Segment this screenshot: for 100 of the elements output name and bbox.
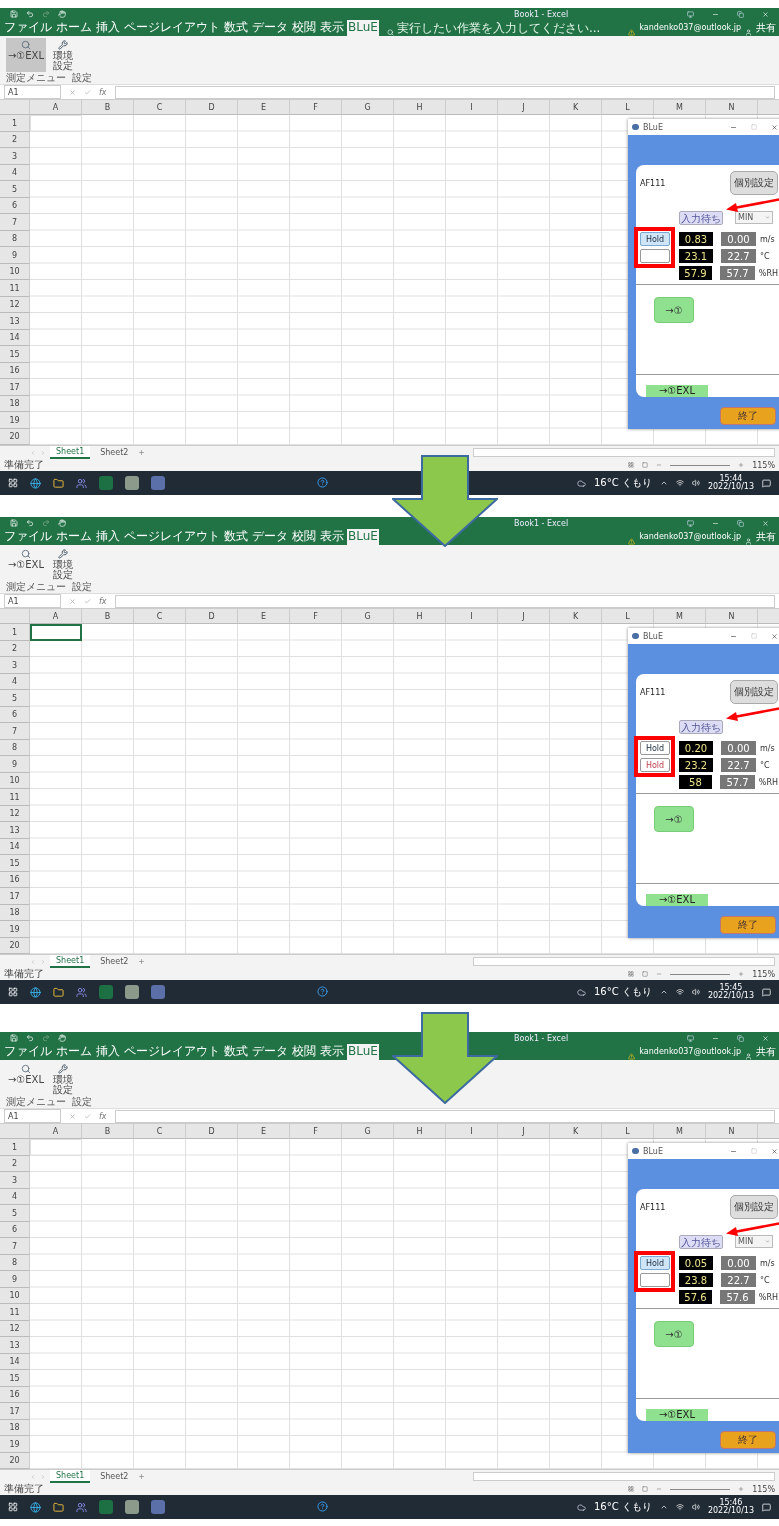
sheet-tab[interactable]: Sheet1 xyxy=(50,1470,91,1484)
ribbon-button[interactable]: 環境設定 xyxy=(52,1061,74,1096)
column-header[interactable]: J xyxy=(498,609,550,625)
horizontal-scrollbar[interactable] xyxy=(473,957,775,967)
sheet-tab[interactable]: Sheet2 xyxy=(94,1471,135,1483)
excel-button[interactable]: →①EXL xyxy=(646,384,708,397)
ribbon-button[interactable]: →①EXL xyxy=(6,37,46,72)
share-link[interactable]: 共有 xyxy=(756,1044,776,1060)
help-icon[interactable] xyxy=(317,1500,328,1512)
column-header[interactable]: C xyxy=(134,1124,186,1140)
share-link[interactable]: 共有 xyxy=(756,529,776,545)
ribbon-tab[interactable]: データ xyxy=(251,528,289,545)
ribbon-tab[interactable]: 挿入 xyxy=(95,1043,121,1060)
column-header[interactable]: K xyxy=(550,100,602,116)
settings-button[interactable]: 個別設定 xyxy=(730,171,778,195)
ribbon-tab[interactable]: 数式 xyxy=(223,1043,249,1060)
column-header[interactable]: F xyxy=(290,1124,342,1140)
notification-icon[interactable] xyxy=(762,478,771,488)
add-sheet-icon[interactable] xyxy=(138,1473,146,1481)
network-icon[interactable] xyxy=(675,479,684,488)
sheet-tab[interactable]: Sheet1 xyxy=(50,446,91,460)
column-header[interactable]: L xyxy=(602,609,654,625)
column-header[interactable]: E xyxy=(238,1124,290,1140)
row-header[interactable]: 1 xyxy=(0,1139,30,1156)
redo-icon[interactable] xyxy=(42,519,50,528)
ribbon-options-icon[interactable] xyxy=(687,1034,694,1042)
name-box[interactable]: A1 xyxy=(4,85,61,100)
close-button[interactable]: 終了 xyxy=(720,916,776,934)
weather-text[interactable]: 16°C くもり xyxy=(594,985,652,1000)
row-header[interactable]: 17 xyxy=(0,379,30,396)
column-header[interactable]: D xyxy=(186,1124,238,1140)
row-header[interactable]: 9 xyxy=(0,1271,30,1288)
function-label[interactable]: fx xyxy=(99,87,107,97)
close-button[interactable]: 終了 xyxy=(720,1431,776,1449)
close-icon[interactable] xyxy=(762,1034,769,1042)
close-icon[interactable] xyxy=(771,632,778,640)
ribbon-tab[interactable]: 表示 xyxy=(319,19,345,36)
column-header[interactable]: D xyxy=(186,100,238,116)
column-header[interactable]: H xyxy=(394,1124,446,1140)
row-header[interactable]: 5 xyxy=(0,181,30,198)
ribbon-options-icon[interactable] xyxy=(687,519,694,527)
column-header[interactable]: M xyxy=(654,100,706,116)
touch-icon[interactable] xyxy=(58,1034,66,1043)
undo-icon[interactable] xyxy=(26,519,34,528)
excel-button[interactable]: →①EXL xyxy=(646,893,708,906)
save-icon[interactable] xyxy=(10,10,18,19)
ribbon-tab[interactable]: ファイル xyxy=(3,1043,53,1060)
hold-button[interactable]: Hold xyxy=(640,232,670,246)
ribbon-tab[interactable]: データ xyxy=(251,19,289,36)
restore-icon[interactable] xyxy=(737,519,744,527)
touch-icon[interactable] xyxy=(58,519,66,528)
ribbon-tab[interactable]: ページレイアウト xyxy=(123,1043,221,1060)
column-header[interactable]: K xyxy=(550,1124,602,1140)
row-header[interactable]: 19 xyxy=(0,921,30,938)
settings-button[interactable]: 個別設定 xyxy=(730,680,778,704)
column-header[interactable]: A xyxy=(30,1124,82,1140)
save-icon[interactable] xyxy=(10,519,18,528)
folder-icon[interactable] xyxy=(53,986,64,998)
page-layout-icon[interactable] xyxy=(642,971,649,978)
column-header[interactable]: I xyxy=(446,100,498,116)
browser-icon[interactable] xyxy=(30,477,41,489)
help-icon[interactable] xyxy=(317,476,328,488)
share-link[interactable]: 共有 xyxy=(756,20,776,36)
ribbon-options-icon[interactable] xyxy=(687,10,694,18)
redo-icon[interactable] xyxy=(42,10,50,19)
undo-icon[interactable] xyxy=(26,1034,34,1043)
ribbon-tab[interactable]: ページレイアウト xyxy=(123,19,221,36)
weather-text[interactable]: 16°C くもり xyxy=(594,1500,652,1515)
ribbon-button[interactable]: →①EXL xyxy=(6,546,46,581)
column-header[interactable]: A xyxy=(30,609,82,625)
share-icon[interactable] xyxy=(745,537,752,545)
volume-icon[interactable] xyxy=(691,1503,700,1512)
column-header[interactable]: D xyxy=(186,609,238,625)
row-header[interactable]: 1 xyxy=(0,624,30,641)
account-name[interactable]: kandenko037@outlook.jp xyxy=(639,1044,741,1060)
sheet-tab[interactable]: Sheet1 xyxy=(50,955,91,969)
page-layout-icon[interactable] xyxy=(642,462,649,469)
row-header[interactable]: 15 xyxy=(0,346,30,363)
sheet-tab[interactable]: Sheet2 xyxy=(94,447,135,459)
ribbon-tab[interactable]: ページレイアウト xyxy=(123,528,221,545)
column-header[interactable]: J xyxy=(498,100,550,116)
row-header[interactable]: 3 xyxy=(0,657,30,674)
ribbon-button[interactable]: →①EXL xyxy=(6,1061,46,1096)
mode-dropdown[interactable]: MIN xyxy=(735,211,773,224)
row-header[interactable]: 11 xyxy=(0,789,30,806)
app-icon[interactable] xyxy=(151,1500,165,1515)
hold-button[interactable]: Hold xyxy=(640,741,670,755)
row-header[interactable]: 7 xyxy=(0,723,30,740)
row-header[interactable]: 15 xyxy=(0,1370,30,1387)
volume-icon[interactable] xyxy=(691,479,700,488)
function-label[interactable]: fx xyxy=(99,1111,107,1121)
folder-icon[interactable] xyxy=(53,477,64,489)
app-icon[interactable] xyxy=(125,985,139,1000)
ribbon-button[interactable]: 環境設定 xyxy=(52,37,74,72)
close-button[interactable]: 終了 xyxy=(720,407,776,425)
zoom-level[interactable]: 115% xyxy=(752,1484,775,1494)
column-header[interactable]: E xyxy=(238,100,290,116)
column-header[interactable]: C xyxy=(134,100,186,116)
app-icon[interactable] xyxy=(151,476,165,491)
close-icon[interactable] xyxy=(771,123,778,131)
